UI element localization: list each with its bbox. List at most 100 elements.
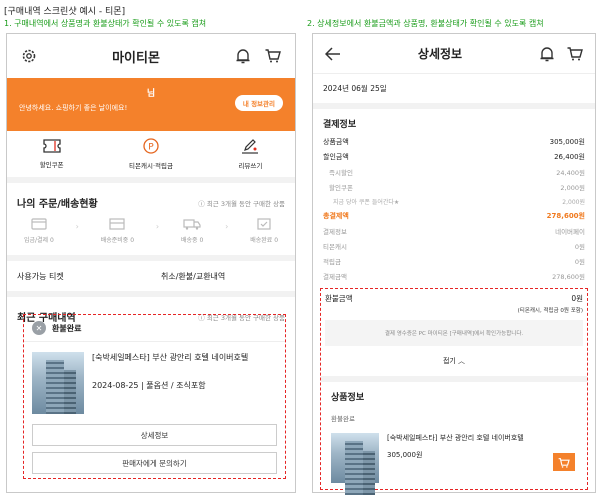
step-label: 입금/결제 0: [23, 237, 54, 244]
payment-rows: 상품금액 305,000원할인금액 26,400원즉시할인 24,400원할인쿠폰 2,…: [313, 134, 595, 283]
product-name: [숙박세일페스타] 부산 광안리 호텔 네이버호텔: [92, 353, 249, 362]
truck-icon: [183, 218, 201, 232]
payment-row-label: 상품금액: [323, 137, 349, 146]
user-banner: 님 안녕하세요. 쇼핑하기 좋은 날이에요! 내 정보관리: [7, 78, 295, 131]
payment-row-label: 지금 당아 쿠폰 들어간다★: [333, 198, 400, 206]
order-product[interactable]: [숙박세일페스타] 부산 광안리 호텔 네이버호텔 2024-08-25 | 풀…: [24, 342, 285, 424]
hotel-thumbnail: [32, 352, 84, 414]
chevron-right-icon: ›: [75, 222, 79, 231]
hotel-thumbnail: [331, 433, 379, 495]
quick-label: 티몬캐시·적립금: [129, 162, 173, 170]
quick-label: 할인쿠폰: [39, 161, 64, 169]
payment-row-value: 26,400원: [554, 152, 585, 161]
box-icon: [109, 218, 125, 232]
step-delivered[interactable]: 배송완료 0: [250, 218, 278, 244]
cancel-circle-icon: ✕: [32, 321, 46, 335]
payment-row: 결제정보 네이버페이: [313, 223, 595, 238]
payment-row: 적립금 0원: [313, 253, 595, 268]
payment-info-title: 결제정보: [323, 120, 357, 130]
orders-title: 나의 주문/배송현황: [17, 199, 98, 210]
svg-text:P: P: [148, 143, 154, 153]
highlight-refund-info: 환불금액 0원 (티몬캐시, 적립금 0원 포함) 결제 영수증은 PC 마이티…: [320, 288, 588, 495]
caption-right: 2. 상세정보에서 환불금액과 상품명, 환불상태가 확인될 수 있도록 캡쳐: [307, 19, 544, 28]
payment-row: 상품금액 305,000원: [313, 134, 595, 149]
payment-row-value: 2,000원: [560, 183, 585, 192]
receipt-note: 결제 영수증은 PC 마이티몬 [구매내역]에서 확인가능합니다.: [325, 320, 583, 346]
payment-row-value: 305,000원: [549, 137, 585, 146]
payment-row-value: 0원: [574, 257, 585, 266]
add-to-cart-button[interactable]: [553, 453, 575, 471]
payment-row-label: 즉시할인: [329, 168, 353, 177]
fold-toggle[interactable]: 접기 ︿: [321, 346, 587, 382]
mytimon-header: 마이티몬: [7, 34, 295, 78]
refund-label: 환불금액: [325, 294, 353, 303]
payment-row-value: 네이버페이: [555, 227, 585, 236]
step-shipping[interactable]: 배송중 0: [181, 218, 203, 244]
quick-coupon[interactable]: 할인쿠폰: [40, 139, 64, 169]
orders-section: 나의 주문/배송현황 ⓘ 최근 3개월 동안 구매한 상품 입금/결제 0 › …: [7, 183, 295, 255]
payment-row: 결제금액 278,600원: [313, 268, 595, 283]
payment-row: 할인쿠폰 2,000원: [313, 179, 595, 194]
payment-row-label: 결제정보: [323, 227, 347, 236]
cart-icon[interactable]: [263, 46, 283, 66]
usable-ticket-link[interactable]: 사용가능 티켓: [7, 261, 151, 291]
product-price: 305,000원: [387, 451, 423, 459]
ticket-icon: [43, 139, 61, 155]
bell-icon[interactable]: [537, 44, 557, 64]
caption-left: 1. 구매내역에서 상품명과 환불상태가 확인될 수 있도록 캡쳐: [4, 19, 207, 28]
payment-row-label: 적립금: [323, 257, 341, 266]
cancel-refund-link[interactable]: 취소/환불/교환내역: [151, 261, 295, 291]
payment-row-value: 278,600원: [552, 272, 585, 281]
review-pen-icon: [241, 138, 259, 156]
product-name: [숙박세일페스타] 부산 광안리 호텔 네이버호텔: [387, 434, 524, 442]
back-arrow-icon[interactable]: [323, 44, 343, 64]
refund-amount-row: 환불금액 0원: [321, 293, 587, 304]
quick-label: 리뷰쓰기: [238, 162, 263, 170]
card-icon: [31, 218, 47, 232]
detail-header: 상세정보: [313, 34, 595, 74]
refund-note: (티몬캐시, 적립금 0원 포함): [517, 308, 583, 314]
payment-row-label: 결제금액: [323, 272, 347, 281]
payment-row: 지금 당아 쿠폰 들어간다★ 2,000원: [313, 194, 595, 208]
quick-cash[interactable]: P 티몬캐시·적립금: [129, 138, 173, 170]
detail-button[interactable]: 상세정보: [32, 424, 277, 446]
step-label: 배송중 0: [181, 237, 204, 244]
bell-icon[interactable]: [233, 46, 253, 66]
quick-menu: 할인쿠폰 P 티몬캐시·적립금 리뷰쓰기: [7, 131, 295, 183]
ticket-cancel-row: 사용가능 티켓 취소/환불/교환내역: [7, 255, 295, 297]
quick-review[interactable]: 리뷰쓰기: [238, 138, 262, 170]
payment-row-value: 24,400원: [556, 168, 585, 177]
step-preparing[interactable]: 배송준비중 0: [101, 218, 134, 244]
payment-row-value: 278,600원: [546, 211, 585, 220]
refund-value: 0원: [571, 294, 583, 303]
product-info-title: 상품정보: [331, 393, 365, 403]
product-option: 2024-08-25 | 풀옵션 / 조식포함: [92, 381, 206, 390]
payment-row: 총결제액 278,600원: [313, 208, 595, 223]
highlight-order-card: ✕ 환불완료 [숙박세일페스타] 부산 광안리 호텔 네이버호텔 2024-08…: [23, 314, 286, 479]
product-status: 환불완료: [331, 415, 355, 423]
step-label: 배송완료 0: [250, 237, 279, 244]
order-steps: 입금/결제 0 › 배송준비중 0 › 배송중 0 › 배송완료 0: [7, 210, 295, 244]
payment-row: 할인금액 26,400원: [313, 149, 595, 164]
payment-row: 즉시할인 24,400원: [313, 164, 595, 179]
my-info-button[interactable]: 내 정보관리: [234, 95, 283, 111]
payment-row: 티몬캐시 0원: [313, 238, 595, 253]
step-payment[interactable]: 입금/결제 0: [24, 218, 54, 244]
page-title: 마이티몬: [112, 50, 160, 66]
settings-gear-icon[interactable]: [19, 46, 39, 66]
order-status-header: ✕ 환불완료: [24, 315, 285, 342]
cart-icon[interactable]: [565, 44, 585, 64]
p-coin-icon: P: [143, 138, 159, 156]
orders-subtitle: ⓘ 최근 3개월 동안 구매한 상품: [198, 199, 285, 208]
document-title: [구매내역 스크린샷 예시 - 티몬]: [4, 7, 126, 17]
payment-row-label: 티몬캐시: [323, 242, 347, 251]
seller-inquiry-button[interactable]: 판매자에게 문의하기: [32, 452, 277, 474]
payment-row-value: 0원: [574, 242, 585, 251]
order-date: 2024년 06월 25일: [313, 74, 595, 109]
refund-status: 환불완료: [52, 323, 82, 333]
product-info-item[interactable]: [숙박세일페스타] 부산 광안리 호텔 네이버호텔 305,000원: [321, 427, 587, 495]
chevron-right-icon: ›: [225, 222, 229, 231]
cart-icon: [558, 453, 570, 472]
payment-row-label: 할인금액: [323, 152, 349, 161]
step-label: 배송준비중 0: [100, 237, 135, 244]
